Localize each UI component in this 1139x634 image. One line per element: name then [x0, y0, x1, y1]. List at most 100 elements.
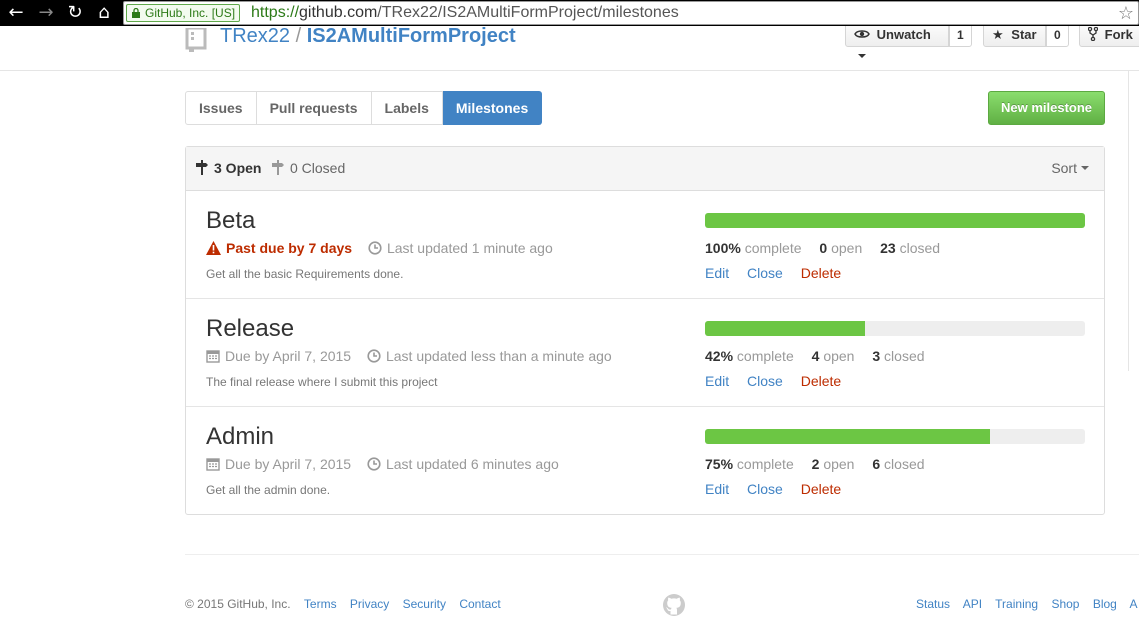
open-count-label: 3 Open [214, 160, 262, 176]
open-value: 2 [811, 456, 820, 472]
closed-label: closed [899, 240, 941, 256]
calendar-icon [206, 350, 220, 363]
footer-right: Status API Training Shop Blog A [916, 597, 1139, 611]
due-text: Past due by 7 days [226, 240, 353, 256]
progress-fill [705, 321, 865, 336]
delete-link[interactable]: Delete [801, 373, 841, 389]
footer-link-api[interactable]: API [963, 597, 982, 611]
milestone-title[interactable]: Beta [206, 207, 255, 235]
close-link[interactable]: Close [747, 373, 783, 389]
footer-link-privacy[interactable]: Privacy [350, 597, 389, 611]
percent-complete: 100% complete [705, 240, 802, 256]
url-text[interactable]: https://github.com/TRex22/IS2AMultiFormP… [251, 4, 679, 22]
updated-text: Last updated 6 minutes ago [385, 456, 559, 472]
progress-fill [705, 429, 990, 444]
footer-link-status[interactable]: Status [916, 597, 950, 611]
milestone-updated: Last updated less than a minute ago [367, 348, 612, 364]
tab-labels[interactable]: Labels [371, 91, 443, 125]
alert-icon [206, 241, 221, 255]
open-milestones-filter[interactable]: 3 Open [196, 160, 261, 176]
watchers-count[interactable]: 1 [949, 26, 972, 47]
complete-label: complete [744, 240, 802, 256]
close-link[interactable]: Close [747, 481, 783, 497]
delete-link[interactable]: Delete [801, 265, 841, 281]
fork-icon [1087, 26, 1099, 42]
milestone-title[interactable]: Release [206, 315, 294, 343]
new-milestone-button[interactable]: New milestone [988, 91, 1105, 125]
back-arrow-icon[interactable]: ← [6, 3, 26, 23]
fork-button[interactable]: Fork [1079, 26, 1139, 47]
side-panel-edge [1128, 71, 1139, 371]
footer-link-security[interactable]: Security [403, 597, 446, 611]
tab-issues[interactable]: Issues [185, 91, 257, 125]
delete-link[interactable]: Delete [801, 481, 841, 497]
milestone-updated: Last updated 6 minutes ago [367, 456, 559, 472]
open-issues-count[interactable]: 0 open [819, 240, 862, 256]
closed-issues-count[interactable]: 6 closed [872, 456, 924, 472]
milestone-meta: Past due by 7 days Last updated 1 minute… [206, 240, 565, 256]
footer-link-shop[interactable]: Shop [1051, 597, 1079, 611]
address-bar[interactable]: GitHub, Inc. [US] https://github.com/TRe… [123, 1, 1139, 25]
edit-link[interactable]: Edit [705, 373, 729, 389]
clock-icon [368, 241, 382, 255]
unwatch-button[interactable]: Unwatch [845, 26, 949, 58]
closed-count-label: 0 Closed [290, 160, 346, 176]
sort-dropdown[interactable]: Sort [1051, 160, 1089, 176]
chevron-down-icon [858, 54, 866, 58]
fork-label: Fork [1104, 27, 1133, 42]
footer-link-about[interactable]: A [1130, 597, 1138, 611]
milestone-icon [196, 160, 208, 175]
percent-complete: 75% complete [705, 456, 794, 472]
close-link[interactable]: Close [747, 265, 783, 281]
stargazers-count[interactable]: 0 [1046, 26, 1069, 47]
milestone-stats: 75% complete 2 open 6 closed [705, 456, 939, 472]
reload-icon[interactable]: ↻ [65, 3, 85, 23]
repo-name-link[interactable]: IS2AMultiFormProject [307, 26, 516, 47]
bookmark-star-icon[interactable]: ☆ [1118, 3, 1134, 23]
closed-milestones-filter[interactable]: 0 Closed [272, 160, 345, 176]
open-issues-count[interactable]: 2 open [812, 456, 855, 472]
milestone-description: Get all the admin done. [206, 483, 331, 497]
tab-pull-requests[interactable]: Pull requests [256, 91, 372, 125]
footer-left: © 2015 GitHub, Inc. Terms Privacy Securi… [185, 597, 501, 611]
footer-link-terms[interactable]: Terms [304, 597, 337, 611]
octocat-icon[interactable] [662, 593, 686, 617]
open-issues-count[interactable]: 4 open [812, 348, 855, 364]
repo-header: TRex22 / IS2AMultiFormProject Unwatch 1 … [0, 26, 1139, 71]
progress-bar [705, 321, 1085, 336]
star-button[interactable]: ★ Star [983, 26, 1046, 47]
home-icon[interactable]: ⌂ [94, 3, 114, 23]
forward-arrow-icon[interactable]: → [36, 3, 56, 23]
issues-subnav: Issues Pull requests Labels Milestones [185, 91, 543, 125]
percent-value: 75% [705, 456, 734, 472]
url-scheme: https:// [251, 4, 300, 21]
closed-issues-count[interactable]: 23 closed [880, 240, 940, 256]
closed-value: 6 [872, 456, 881, 472]
footer-link-blog[interactable]: Blog [1093, 597, 1117, 611]
milestone-title[interactable]: Admin [206, 423, 274, 451]
tab-milestones[interactable]: Milestones [442, 91, 543, 125]
edit-link[interactable]: Edit [705, 481, 729, 497]
percent-value: 42% [705, 348, 734, 364]
milestones-header: 3 Open 0 Closed Sort [186, 147, 1104, 191]
milestone-due: Past due by 7 days [206, 240, 352, 256]
calendar-icon [206, 458, 220, 471]
milestone-due: Due by April 7, 2015 [206, 348, 351, 364]
closed-value: 3 [872, 348, 881, 364]
footer-link-training[interactable]: Training [995, 597, 1038, 611]
footer-link-contact[interactable]: Contact [459, 597, 500, 611]
clock-icon [367, 457, 381, 471]
repo-owner-link[interactable]: TRex22 [220, 26, 290, 47]
milestone-row: Beta Past due by 7 days Last updated 1 m… [186, 191, 1104, 299]
eye-icon [854, 30, 870, 38]
ev-label: GitHub, Inc. [US] [145, 6, 236, 20]
percent-complete: 42% complete [705, 348, 794, 364]
footer-divider [185, 554, 1139, 555]
closed-issues-count[interactable]: 3 closed [872, 348, 924, 364]
ev-certificate-badge[interactable]: GitHub, Inc. [US] [126, 4, 241, 22]
milestone-rows: Beta Past due by 7 days Last updated 1 m… [186, 191, 1104, 514]
closed-label: closed [884, 348, 925, 364]
milestone-meta: Due by April 7, 2015 Last updated 6 minu… [206, 456, 571, 472]
edit-link[interactable]: Edit [705, 265, 729, 281]
due-text: Due by April 7, 2015 [225, 456, 352, 472]
